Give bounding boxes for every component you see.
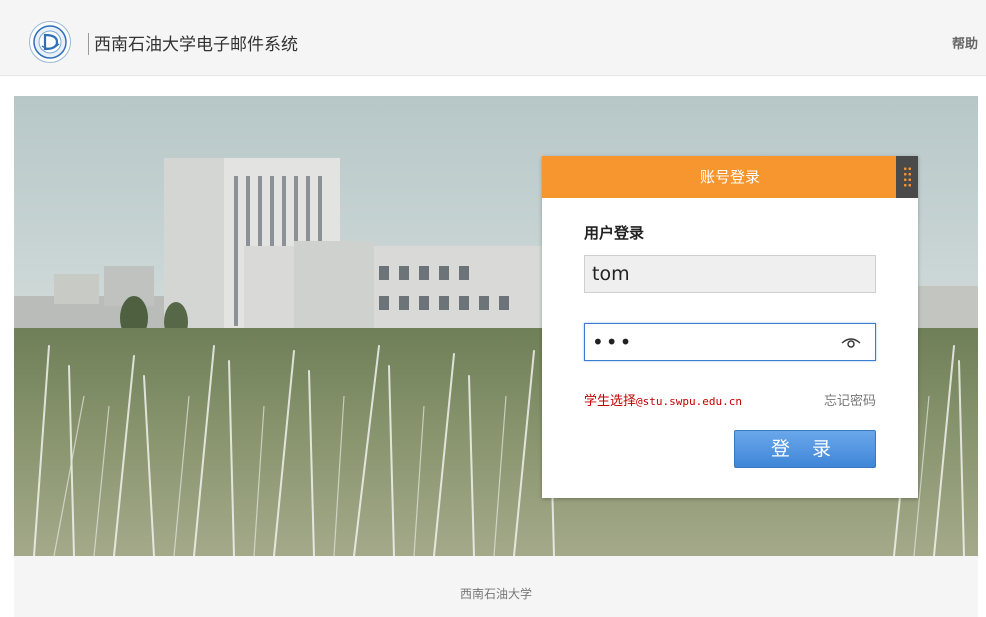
university-logo-icon (29, 21, 71, 63)
login-button[interactable]: 登 录 (734, 430, 876, 468)
top-bar: 西南石油大学电子邮件系统 帮助 (0, 0, 986, 76)
forgot-password-link[interactable]: 忘记密码 (824, 390, 876, 409)
login-panel: 账号登录 用户登录 学生选择@stu.swpu.edu.cn 忘记密码 登 录 (542, 156, 918, 498)
footer-text: 西南石油大学 (459, 587, 532, 601)
password-input[interactable] (584, 323, 876, 361)
username-input[interactable] (584, 255, 876, 293)
show-password-eye-icon[interactable] (840, 334, 862, 350)
login-heading: 用户登录 (584, 224, 645, 242)
help-link[interactable]: 帮助 (952, 37, 978, 53)
student-hint-domain: @stu.swpu.edu.cn (636, 395, 742, 408)
student-email-hint: 学生选择@stu.swpu.edu.cn (584, 390, 742, 409)
site-title: 西南石油大学电子邮件系统 (94, 35, 298, 55)
footer: 西南石油大学 (14, 556, 978, 617)
tab-account-login[interactable]: 账号登录 (542, 156, 918, 198)
qr-code-icon[interactable] (896, 156, 918, 198)
header-divider (88, 33, 89, 55)
student-hint-prefix: 学生选择 (584, 394, 637, 409)
